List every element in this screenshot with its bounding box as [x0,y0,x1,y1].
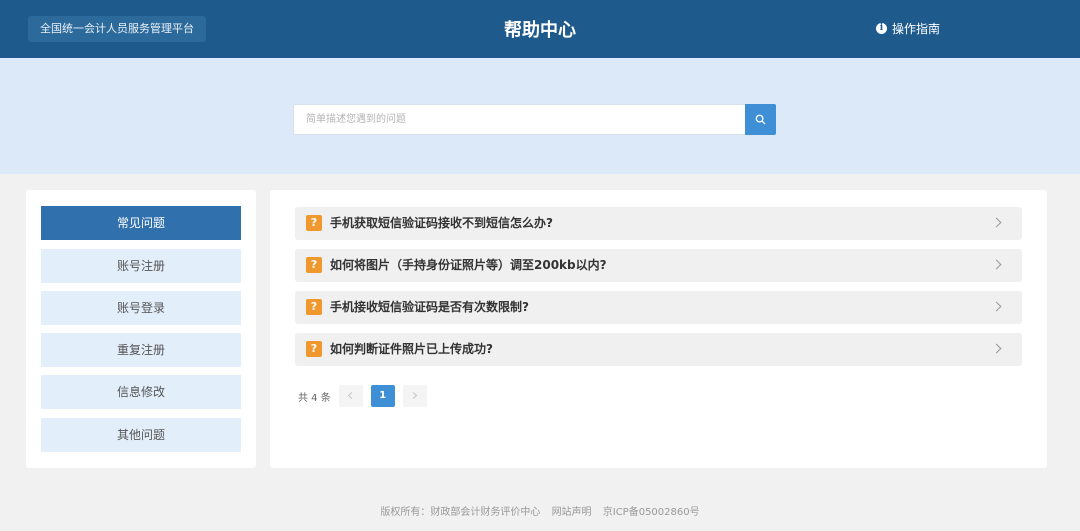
sidebar-item-login[interactable]: 账号登录 [41,291,241,325]
chevron-right-icon [991,217,1002,228]
platform-name-tag[interactable]: 全国统一会计人员服务管理平台 [28,16,206,42]
faq-panel: ? 手机获取短信验证码接收不到短信怎么办? ? 如何将图片（手持身份证照片等）调… [270,190,1047,468]
pagination-total: 共 4 条 [298,392,331,404]
sidebar-item-registration[interactable]: 账号注册 [41,249,241,283]
question-mark-icon: ? [306,299,322,315]
faq-question: 手机获取短信验证码接收不到短信怎么办? [330,216,553,230]
category-sidebar: 常见问题 账号注册 账号登录 重复注册 信息修改 其他问题 [26,190,256,468]
prev-page-button[interactable] [338,385,363,407]
search-banner [0,58,1080,174]
question-mark-icon: ? [306,257,322,273]
sidebar-item-other[interactable]: 其他问题 [41,418,241,452]
faq-question: 如何将图片（手持身份证照片等）调至200kb以内? [330,258,607,272]
faq-item[interactable]: ? 手机接收短信验证码是否有次数限制? [295,291,1022,324]
chevron-right-icon [991,259,1002,270]
info-icon: i [876,23,887,34]
footer-statement-link[interactable]: 网站声明 [552,507,592,518]
sidebar-item-duplicate-registration[interactable]: 重复注册 [41,333,241,367]
footer-copyright: 版权所有：财政部会计财务评价中心 [380,507,541,518]
guide-link-label: 操作指南 [892,22,941,36]
faq-question: 如何判断证件照片已上传成功? [330,342,493,356]
footer-icp: 京ICP备05002860号 [602,507,700,518]
pagination: 共 4 条 1 [298,385,427,407]
chevron-right-icon [991,301,1002,312]
top-header: 全国统一会计人员服务管理平台 帮助中心 i 操作指南 [0,0,1080,58]
page-number-current[interactable]: 1 [370,385,395,407]
chevron-left-icon [347,391,355,400]
faq-item[interactable]: ? 如何判断证件照片已上传成功? [295,333,1022,366]
search-input[interactable] [294,105,746,134]
search-icon [755,114,766,125]
sidebar-item-info-edit[interactable]: 信息修改 [41,375,241,409]
faq-item[interactable]: ? 如何将图片（手持身份证照片等）调至200kb以内? [295,249,1022,282]
question-mark-icon: ? [306,341,322,357]
faq-question: 手机接收短信验证码是否有次数限制? [330,300,529,314]
chevron-right-icon [409,391,417,400]
search-button[interactable] [745,104,776,135]
guide-link[interactable]: i 操作指南 [876,20,940,37]
sidebar-item-faq[interactable]: 常见问题 [41,206,241,240]
next-page-button[interactable] [402,385,427,407]
faq-item[interactable]: ? 手机获取短信验证码接收不到短信怎么办? [295,207,1022,240]
search-box [293,104,776,135]
chevron-right-icon [991,343,1002,354]
page-footer: 版权所有：财政部会计财务评价中心 网站声明 京ICP备05002860号 [0,503,1080,518]
question-mark-icon: ? [306,215,322,231]
